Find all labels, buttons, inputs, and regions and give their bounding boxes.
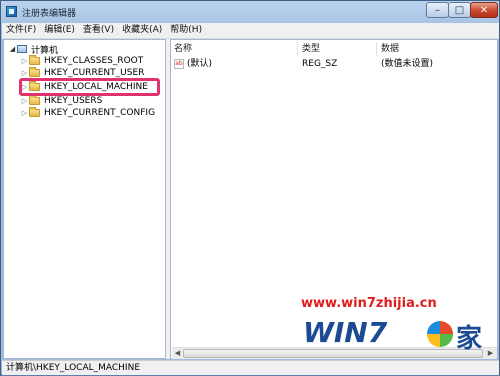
tree-item-hkey-current-config[interactable]: ▷ HKEY_CURRENT_CONFIG bbox=[20, 107, 155, 119]
watermark-url: www.win7zhijia.cn bbox=[301, 296, 437, 311]
column-header-name[interactable]: 名称 bbox=[174, 42, 192, 56]
tree-item-label: HKEY_CURRENT_CONFIG bbox=[44, 108, 156, 118]
watermark-logo-cn: 家 bbox=[456, 324, 483, 354]
registry-editor-window: 注册表编辑器 – □ ✕ 文件(F) 编辑(E) 查看(V) 收藏夹(A) 帮助… bbox=[0, 0, 500, 375]
value-row-type[interactable]: REG_SZ bbox=[302, 58, 337, 70]
title-bar[interactable]: 注册表编辑器 – □ ✕ bbox=[1, 1, 499, 23]
watermark-logo: WIN7 家 bbox=[301, 314, 496, 354]
menu-edit[interactable]: 编辑(E) bbox=[40, 23, 79, 38]
value-row-name[interactable]: (默认) bbox=[187, 58, 212, 70]
collapsed-arrow-icon[interactable]: ▷ bbox=[20, 97, 29, 105]
watermark-logo-text: WIN7 bbox=[303, 316, 388, 349]
computer-icon bbox=[17, 45, 27, 53]
tree-item-computer[interactable]: ◢ 计算机 bbox=[8, 43, 59, 56]
tree-item-hkey-classes-root[interactable]: ▷ HKEY_CLASSES_ROOT bbox=[20, 55, 143, 67]
values-list-pane[interactable]: 名称 类型 数据 ab (默认) REG_SZ (数值未设置) ◀ ▶ bbox=[170, 39, 498, 359]
windows-flag-icon bbox=[427, 321, 453, 347]
close-button[interactable]: ✕ bbox=[470, 2, 498, 18]
regedit-app-icon bbox=[6, 6, 17, 17]
collapsed-arrow-icon[interactable]: ▷ bbox=[20, 109, 29, 117]
collapsed-arrow-icon[interactable]: ▷ bbox=[20, 57, 29, 65]
status-path: 计算机\HKEY_LOCAL_MACHINE bbox=[6, 363, 141, 373]
window-title: 注册表编辑器 bbox=[22, 9, 77, 19]
key-tree-pane[interactable]: ◢ 计算机 ▷ HKEY_CLASSES_ROOT ▷ HKEY_CURRENT… bbox=[3, 39, 166, 359]
column-header-data[interactable]: 数据 bbox=[381, 42, 399, 56]
tree-item-hkey-users[interactable]: ▷ HKEY_USERS bbox=[20, 95, 102, 107]
status-bar: 计算机\HKEY_LOCAL_MACHINE bbox=[2, 360, 499, 375]
minimize-button[interactable]: – bbox=[426, 2, 449, 18]
ab-string-icon: ab bbox=[174, 59, 184, 69]
value-row-data[interactable]: (数值未设置) bbox=[381, 58, 433, 70]
menu-bar: 文件(F) 编辑(E) 查看(V) 收藏夹(A) 帮助(H) bbox=[2, 23, 499, 39]
menu-help[interactable]: 帮助(H) bbox=[166, 23, 206, 38]
tree-item-label: HKEY_CURRENT_USER bbox=[44, 68, 145, 78]
tree-item-label: 计算机 bbox=[31, 45, 59, 56]
folder-icon bbox=[29, 95, 40, 105]
folder-icon bbox=[29, 55, 40, 65]
highlight-box bbox=[19, 78, 160, 96]
menu-view[interactable]: 查看(V) bbox=[79, 23, 118, 38]
menu-favorites[interactable]: 收藏夹(A) bbox=[118, 23, 166, 38]
scroll-left-arrow-icon[interactable]: ◀ bbox=[172, 348, 183, 359]
column-header-type[interactable]: 类型 bbox=[302, 42, 320, 56]
column-divider[interactable] bbox=[297, 42, 298, 56]
folder-icon bbox=[29, 67, 40, 77]
tree-item-label: HKEY_USERS bbox=[44, 96, 103, 106]
folder-icon bbox=[29, 107, 40, 117]
collapsed-arrow-icon[interactable]: ▷ bbox=[20, 69, 29, 77]
maximize-button[interactable]: □ bbox=[448, 2, 471, 18]
tree-item-label: HKEY_CLASSES_ROOT bbox=[44, 56, 144, 66]
expanded-arrow-icon[interactable]: ◢ bbox=[8, 45, 17, 53]
menu-file[interactable]: 文件(F) bbox=[2, 23, 40, 38]
column-divider[interactable] bbox=[376, 42, 377, 56]
